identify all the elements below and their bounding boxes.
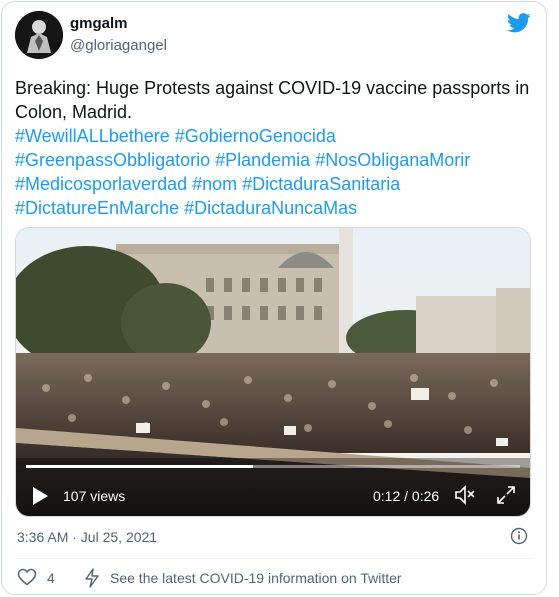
video-progress-fill — [26, 465, 254, 468]
covid-info-link[interactable]: See the latest COVID-19 information on T… — [110, 570, 402, 586]
video-player[interactable]: 107 views 0:12 / 0:26 — [15, 227, 531, 517]
author-name[interactable]: gmgalm — [70, 15, 128, 32]
hashtag[interactable]: #NosObliganaMorir — [315, 150, 470, 170]
video-time: 0:12 / 0:26 — [373, 488, 440, 504]
bolt-icon — [85, 568, 99, 588]
hashtag[interactable]: #WewillALLbethere — [15, 126, 170, 146]
tweet-timestamp[interactable]: 3:36 AM · Jul 25, 2021 — [17, 529, 157, 545]
play-icon[interactable] — [31, 486, 49, 506]
author-handle[interactable]: @gloriagangel — [70, 37, 167, 54]
divider — [15, 558, 533, 559]
tweet-text: Breaking: Huge Protests against COVID-19… — [15, 78, 530, 122]
twitter-bird-icon[interactable] — [507, 13, 531, 33]
hashtag-list: #WewillALLbethere #GobiernoGenocida #Gree… — [15, 124, 535, 220]
volume-icon[interactable] — [453, 484, 477, 506]
view-count: 107 views — [63, 488, 126, 504]
hashtag[interactable]: #DictaduraSanitaria — [242, 174, 400, 194]
hashtag[interactable]: #GobiernoGenocida — [175, 126, 336, 146]
fullscreen-icon[interactable] — [495, 484, 517, 506]
hashtag[interactable]: #DictaduraNuncaMas — [184, 198, 357, 218]
hashtag[interactable]: #DictatureEnMarche — [15, 198, 179, 218]
info-icon[interactable] — [510, 527, 528, 545]
hashtag[interactable]: #Medicosporlaverdad — [15, 174, 187, 194]
avatar[interactable] — [15, 11, 63, 59]
tweet-card: gmgalm @gloriagangel Breaking: Huge Prot… — [1, 1, 547, 595]
like-count[interactable]: 4 — [47, 570, 55, 586]
video-frame — [16, 228, 530, 516]
heart-icon[interactable] — [17, 568, 37, 586]
video-progress-bar[interactable] — [26, 465, 520, 468]
hashtag[interactable]: #GreenpassObbligatorio — [15, 150, 210, 170]
hashtag[interactable]: #nom — [192, 174, 237, 194]
tweet-text-block: Breaking: Huge Protests against COVID-19… — [15, 76, 535, 220]
hashtag[interactable]: #Plandemia — [215, 150, 310, 170]
